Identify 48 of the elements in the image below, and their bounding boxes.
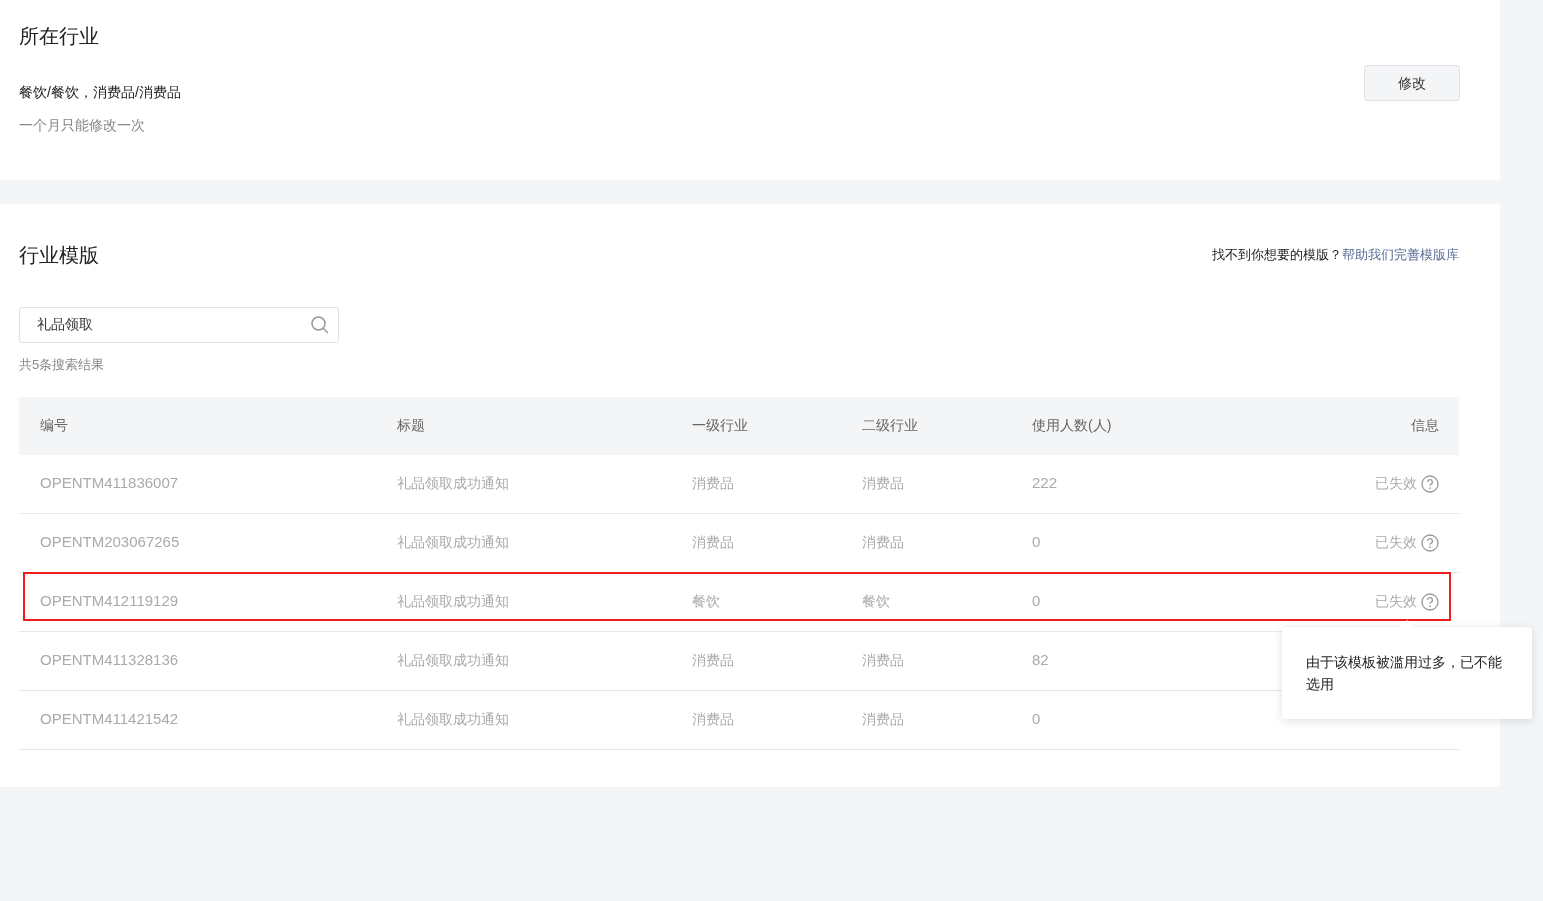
status-text: 已失效	[1375, 533, 1417, 552]
table-cell-text: OPENTM203067265	[40, 532, 181, 553]
column-header: 二级行业	[862, 416, 918, 435]
table-cell-text: 消费品	[862, 710, 905, 729]
column-header: 编号	[40, 416, 68, 435]
table-cell-text: 消费品	[692, 651, 735, 670]
table-cell-text: 消费品	[692, 533, 735, 552]
help-icon[interactable]	[1421, 474, 1439, 493]
table-cell-text: 礼品领取成功通知	[397, 592, 510, 611]
section-title: 所在行业	[19, 24, 100, 49]
help-link[interactable]: 帮助我们完善模版库	[1342, 245, 1459, 265]
status-text: 已失效	[1375, 592, 1417, 611]
search-field[interactable]: 礼品领取	[19, 307, 339, 343]
column-header: 信息	[1411, 416, 1439, 435]
result-count: 共5条搜索结果	[19, 356, 106, 374]
column-header: 标题	[397, 416, 425, 435]
status-text: 已失效	[1375, 474, 1417, 493]
table-cell-text: 消费品	[692, 474, 735, 493]
help-icon[interactable]	[1421, 592, 1439, 611]
table-cell-text: OPENTM411836007	[40, 473, 180, 494]
table-cell-text: 礼品领取成功通知	[397, 710, 510, 729]
industry-value: 餐饮/餐饮，消费品/消费品	[19, 83, 181, 102]
edit-button[interactable]: 修改	[1364, 65, 1460, 101]
help-question: 找不到你想要的模版？	[1212, 246, 1342, 265]
table-cell-text: 餐饮	[692, 592, 721, 611]
table-cell-text: OPENTM412119129	[40, 591, 180, 612]
table-cell-text: OPENTM411328136	[40, 650, 180, 671]
table-cell-text: 0	[1032, 532, 1041, 553]
edit-limit-note: 一个月只能修改一次	[19, 116, 146, 135]
table-cell-text: 消费品	[862, 651, 905, 670]
table-cell-text: 礼品领取成功通知	[397, 474, 510, 493]
table-cell-text: 82	[1032, 650, 1049, 671]
table-cell-text: 消费品	[862, 474, 905, 493]
table-cell-text: 礼品领取成功通知	[397, 651, 510, 670]
table-cell-text: 餐饮	[862, 592, 891, 611]
table-cell-text: 消费品	[692, 710, 735, 729]
table-cell-text: 222	[1032, 473, 1058, 494]
table-cell-text: 0	[1032, 591, 1041, 612]
table-cell-text: 消费品	[862, 533, 905, 552]
column-header: 一级行业	[692, 416, 748, 435]
table-cell-text: OPENTM411421542	[40, 709, 180, 730]
tooltip-text: 由于该模板被滥用过多，已不能选用	[1306, 652, 1503, 694]
table-cell-text: 礼品领取成功通知	[397, 533, 510, 552]
search-icon[interactable]	[310, 315, 330, 335]
table-cell-text: 0	[1032, 709, 1041, 730]
column-header: 使用人数(人)	[1032, 416, 1112, 435]
help-icon[interactable]	[1421, 533, 1439, 552]
section-title: 行业模版	[19, 243, 99, 268]
